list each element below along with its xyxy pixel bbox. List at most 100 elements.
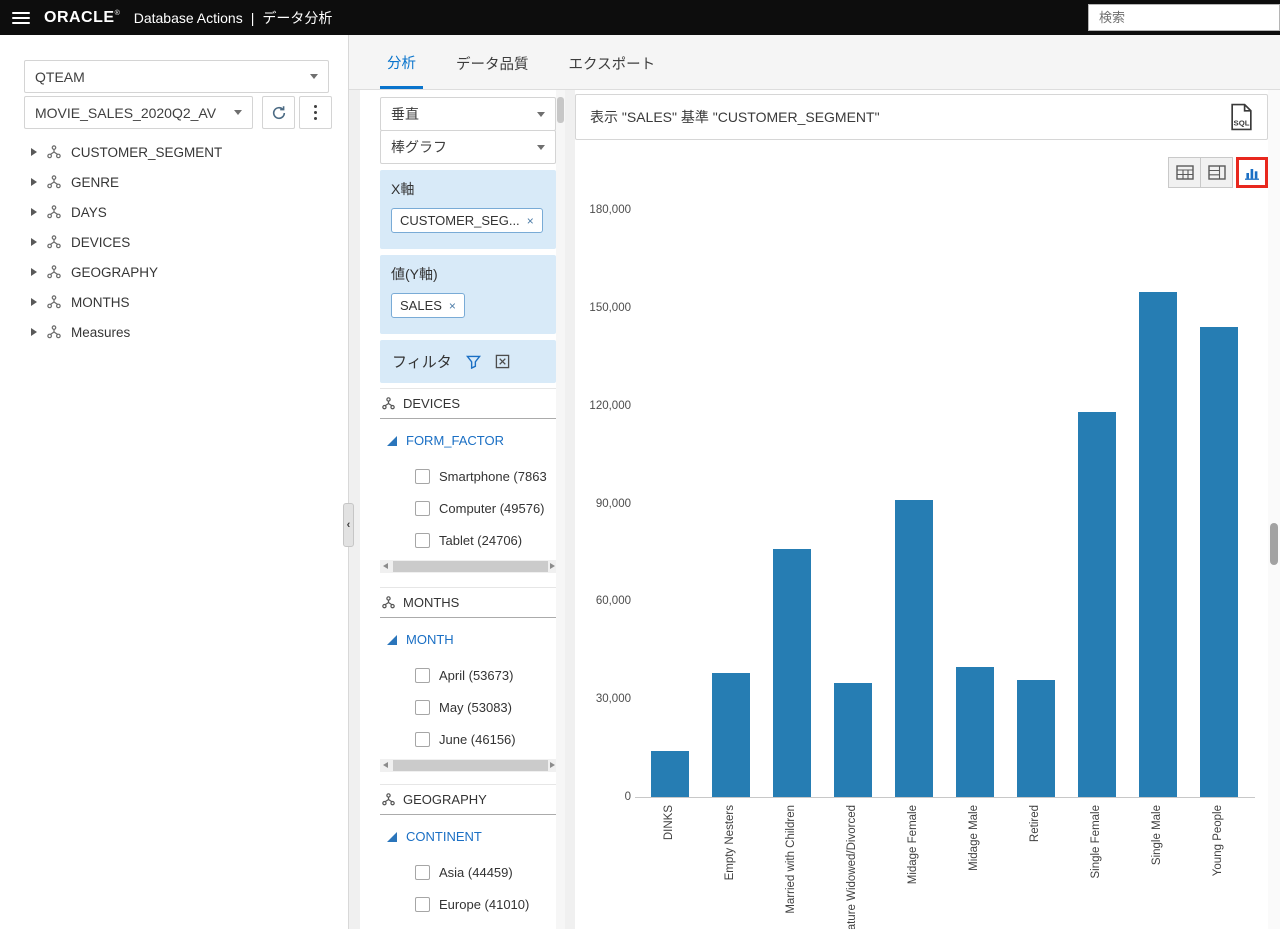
- horizontal-scrollbar[interactable]: [380, 759, 556, 772]
- expand-arrow-icon[interactable]: [31, 238, 37, 246]
- database-actions-app: ORACLE ® Database Actions | データ分析 QTEAM …: [0, 0, 1280, 929]
- refresh-button[interactable]: [262, 96, 295, 129]
- app-header: ORACLE ® Database Actions | データ分析: [0, 0, 1280, 35]
- expand-arrow-icon[interactable]: [31, 148, 37, 156]
- expand-arrow-icon[interactable]: [31, 208, 37, 216]
- chart-bar[interactable]: [834, 683, 872, 797]
- facet-dimension-label: MONTHS: [403, 595, 459, 610]
- config-panel-scrollbar[interactable]: [556, 90, 565, 929]
- chart-type-select[interactable]: 棒グラフ: [380, 130, 556, 164]
- more-actions-button[interactable]: [299, 96, 332, 129]
- analytic-view-select[interactable]: MOVIE_SALES_2020Q2_AV: [24, 96, 253, 129]
- chart-view-button[interactable]: [1236, 157, 1268, 188]
- tab-analysis[interactable]: 分析: [380, 35, 423, 89]
- show-sql-button[interactable]: SQL: [1230, 103, 1253, 131]
- chart-bar[interactable]: [773, 549, 811, 797]
- chart-bar[interactable]: [956, 667, 994, 797]
- checkbox[interactable]: [415, 700, 430, 715]
- hierarchy-continent[interactable]: CONTINENT: [387, 829, 556, 844]
- scroll-left-icon[interactable]: [383, 762, 388, 768]
- hierarchy-icon: [382, 793, 395, 806]
- facet-option: Tablet (24706): [380, 524, 556, 556]
- chart-bar[interactable]: [1139, 292, 1177, 797]
- facet-option: April (53673): [380, 659, 556, 691]
- expand-arrow-icon[interactable]: [31, 178, 37, 186]
- x-axis-dropzone[interactable]: X軸 CUSTOMER_SEG... ×: [380, 170, 556, 249]
- y-axis-tick-label: 0: [575, 790, 631, 804]
- tree-item-devices[interactable]: DEVICES: [0, 227, 348, 257]
- chart-type-select-value: 棒グラフ: [391, 137, 447, 157]
- scrollbar-thumb[interactable]: [1270, 523, 1278, 565]
- horizontal-scrollbar[interactable]: [380, 560, 556, 573]
- scrollbar-thumb[interactable]: [557, 97, 564, 123]
- checkbox[interactable]: [415, 865, 430, 880]
- tree-item-genre[interactable]: GENRE: [0, 167, 348, 197]
- hierarchy-label: FORM_FACTOR: [406, 433, 504, 448]
- facet-option-label: Tablet (24706): [439, 533, 522, 548]
- facet-option-label: Europe (41010): [439, 897, 529, 912]
- collapse-triangle-icon[interactable]: [387, 436, 397, 446]
- expand-arrow-icon[interactable]: [31, 298, 37, 306]
- chart-bar[interactable]: [1017, 680, 1055, 797]
- y-axis-tick-label: 30,000: [575, 692, 631, 706]
- page-scrollbar[interactable]: [1268, 90, 1280, 929]
- remove-chip-icon[interactable]: ×: [527, 215, 534, 227]
- facet-option-label: Asia (44459): [439, 865, 513, 880]
- hierarchy-form-factor[interactable]: FORM_FACTOR: [387, 433, 556, 448]
- checkbox[interactable]: [415, 469, 430, 484]
- funnel-icon[interactable]: [466, 355, 481, 369]
- filter-dropzone[interactable]: フィルタ: [380, 340, 556, 383]
- facet-header-geography: GEOGRAPHY: [380, 784, 556, 815]
- chart-bar[interactable]: [1200, 327, 1238, 797]
- facet-dimension-label: DEVICES: [403, 396, 460, 411]
- collapse-triangle-icon[interactable]: [387, 635, 397, 645]
- table-view-button[interactable]: [1168, 157, 1201, 188]
- facet-option-label: Smartphone (7863: [439, 469, 547, 484]
- checkbox[interactable]: [415, 668, 430, 683]
- tree-item-customer-segment[interactable]: CUSTOMER_SEGMENT: [0, 137, 348, 167]
- x-category-label: Midage Female: [907, 805, 920, 884]
- clear-filter-icon[interactable]: [495, 354, 510, 369]
- facet-devices: DEVICES FORM_FACTOR Smartphone (7863 Com…: [380, 388, 556, 573]
- x-category-label: Retired: [1029, 805, 1042, 842]
- scroll-right-icon[interactable]: [550, 762, 555, 768]
- y-axis-chip[interactable]: SALES ×: [391, 293, 465, 318]
- chart-bar[interactable]: [651, 751, 689, 797]
- split-view-icon: [1208, 165, 1226, 180]
- remove-chip-icon[interactable]: ×: [449, 300, 456, 312]
- checkbox[interactable]: [415, 732, 430, 747]
- tab-export[interactable]: エクスポート: [562, 35, 663, 89]
- tree-item-days[interactable]: DAYS: [0, 197, 348, 227]
- scrollbar-thumb[interactable]: [393, 760, 548, 771]
- x-category-label: Single Female: [1090, 805, 1103, 879]
- tree-item-measures[interactable]: Measures: [0, 317, 348, 347]
- facet-option: May (53083): [380, 691, 556, 723]
- orientation-select[interactable]: 垂直: [380, 97, 556, 131]
- checkbox[interactable]: [415, 501, 430, 516]
- collapse-triangle-icon[interactable]: [387, 832, 397, 842]
- x-axis-chip[interactable]: CUSTOMER_SEG... ×: [391, 208, 543, 233]
- schema-select[interactable]: QTEAM: [24, 60, 329, 93]
- collapse-sidebar-handle[interactable]: ‹: [343, 503, 354, 547]
- chart-bar[interactable]: [1078, 412, 1116, 797]
- chart-bar[interactable]: [895, 500, 933, 797]
- scrollbar-thumb[interactable]: [393, 561, 548, 572]
- tree-item-months[interactable]: MONTHS: [0, 287, 348, 317]
- chart-title-bar: 表示 "SALES" 基準 "CUSTOMER_SEGMENT" SQL: [575, 94, 1268, 140]
- checkbox[interactable]: [415, 897, 430, 912]
- expand-arrow-icon[interactable]: [31, 268, 37, 276]
- expand-arrow-icon[interactable]: [31, 328, 37, 336]
- analytic-view-select-value: MOVIE_SALES_2020Q2_AV: [35, 105, 216, 121]
- chevron-down-icon: [310, 74, 318, 79]
- chart-bar[interactable]: [712, 673, 750, 797]
- hierarchy-month[interactable]: MONTH: [387, 632, 556, 647]
- checkbox[interactable]: [415, 533, 430, 548]
- tab-data-quality[interactable]: データ品質: [449, 35, 536, 89]
- scroll-left-icon[interactable]: [383, 563, 388, 569]
- search-input[interactable]: [1088, 4, 1280, 31]
- tree-item-geography[interactable]: GEOGRAPHY: [0, 257, 348, 287]
- split-view-button[interactable]: [1200, 157, 1233, 188]
- scroll-right-icon[interactable]: [550, 563, 555, 569]
- y-axis-dropzone[interactable]: 値(Y軸) SALES ×: [380, 255, 556, 334]
- hamburger-menu-icon[interactable]: [12, 12, 30, 24]
